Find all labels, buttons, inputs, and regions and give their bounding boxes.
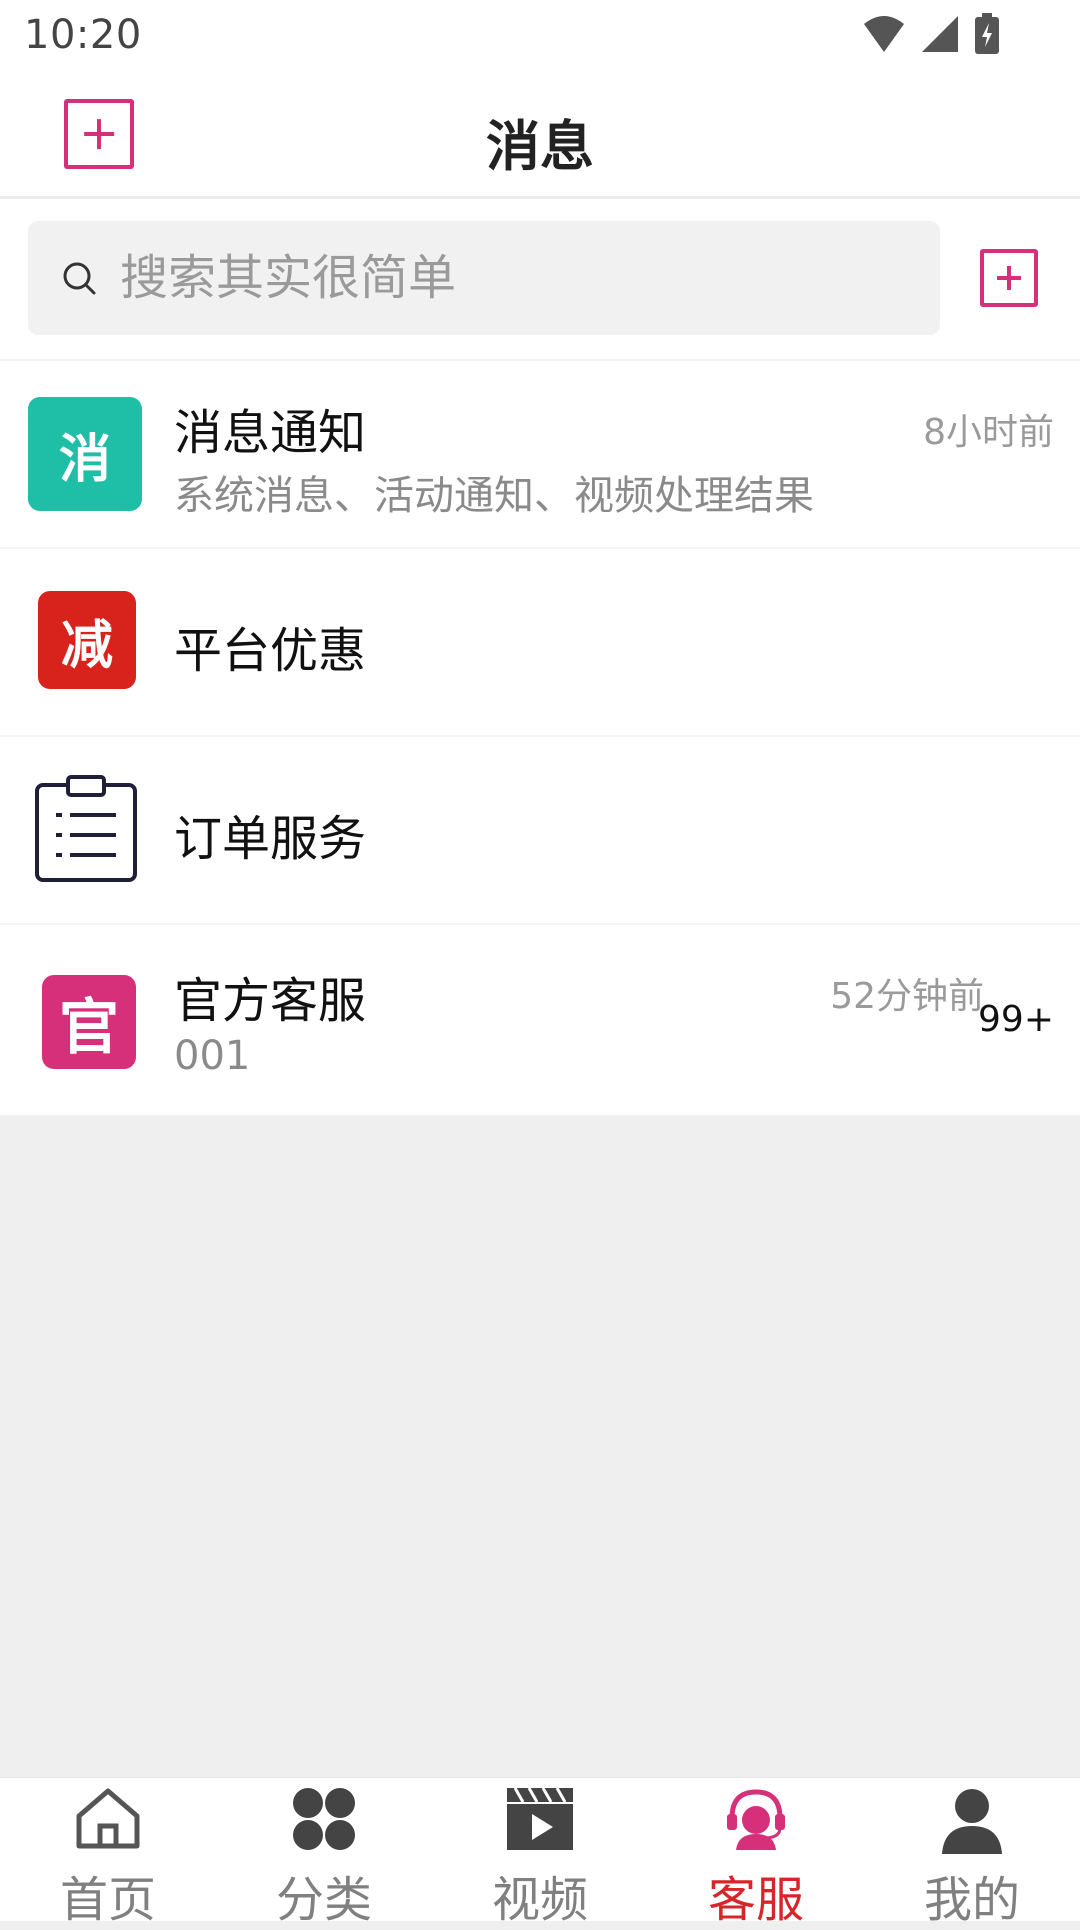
row-title: 订单服务 bbox=[174, 811, 367, 867]
row-time: 52分钟前 bbox=[830, 976, 984, 1017]
row-subtitle: 001 bbox=[174, 1033, 251, 1079]
search-section bbox=[0, 199, 1080, 361]
row-subtitle: 系统消息、活动通知、视频处理结果 bbox=[174, 473, 814, 519]
wifi-icon bbox=[864, 16, 904, 52]
list-item-orders[interactable]: 订单服务 bbox=[0, 737, 1080, 925]
tab-customer-service[interactable]: 客服 bbox=[648, 1778, 864, 1928]
search-icon bbox=[63, 262, 96, 295]
tab-profile[interactable]: 我的 bbox=[864, 1778, 1080, 1928]
video-icon bbox=[507, 1787, 573, 1850]
clipboard-icon bbox=[35, 775, 137, 882]
search-box[interactable] bbox=[28, 221, 940, 335]
user-icon bbox=[942, 1789, 1002, 1854]
message-list: 消 消息通知 系统消息、活动通知、视频处理结果 8小时前 减 平台优惠 订单服务… bbox=[0, 361, 1080, 1115]
status-bar: 10:20 bbox=[0, 0, 1080, 66]
discount-icon: 减 bbox=[38, 591, 136, 689]
official-icon: 官 bbox=[42, 975, 136, 1069]
row-title: 平台优惠 bbox=[174, 623, 367, 679]
status-time: 10:20 bbox=[24, 12, 142, 58]
list-item-customer-service[interactable]: 官 官方客服 001 52分钟前 99+ bbox=[0, 925, 1080, 1115]
category-icon bbox=[293, 1788, 355, 1850]
tab-bar: 首页 分类 视频 客服 我的 bbox=[0, 1777, 1080, 1928]
tab-home[interactable]: 首页 bbox=[0, 1778, 216, 1928]
signal-icon bbox=[922, 16, 958, 52]
row-title: 官方客服 bbox=[174, 973, 367, 1029]
page-title: 消息 bbox=[486, 115, 594, 178]
row-title: 消息通知 bbox=[174, 405, 367, 461]
tab-category[interactable]: 分类 bbox=[216, 1778, 432, 1928]
battery-icon bbox=[975, 13, 999, 54]
home-icon bbox=[76, 1788, 140, 1849]
row-time: 8小时前 bbox=[923, 412, 1054, 453]
status-icons bbox=[862, 13, 1000, 54]
notification-icon: 消 bbox=[28, 397, 142, 511]
header: 消息 bbox=[0, 66, 1080, 199]
search-input[interactable] bbox=[118, 239, 902, 317]
unread-badge: 99+ bbox=[978, 999, 1054, 1040]
customer-service-icon bbox=[727, 1789, 785, 1850]
tab-video[interactable]: 视频 bbox=[432, 1778, 648, 1928]
list-item-promotions[interactable]: 减 平台优惠 bbox=[0, 549, 1080, 737]
add-contact-button[interactable] bbox=[980, 249, 1038, 307]
list-item-notifications[interactable]: 消 消息通知 系统消息、活动通知、视频处理结果 8小时前 bbox=[0, 361, 1080, 549]
